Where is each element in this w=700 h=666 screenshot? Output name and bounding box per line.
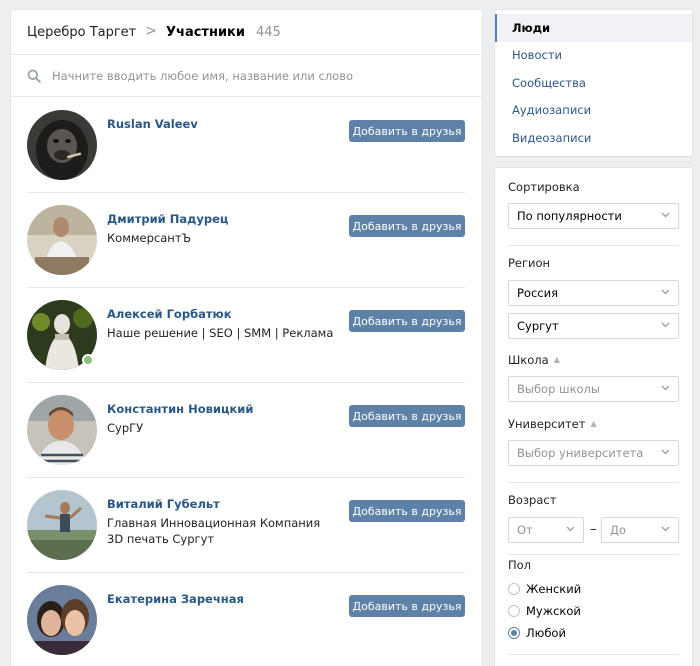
school-placeholder: Выбор школы: [517, 382, 600, 396]
menu-item-people[interactable]: Люди: [495, 14, 692, 42]
member-row: Екатерина Заречная Добавить в друзья: [27, 573, 465, 666]
divider: [508, 654, 679, 655]
chevron-down-icon: [661, 449, 670, 455]
city-select[interactable]: Сургут: [508, 313, 679, 339]
member-description: Наше решение | SEO | SMM | Реклама: [107, 326, 334, 340]
member-name-link[interactable]: Дмитрий Падурец: [107, 212, 228, 226]
age-to-select[interactable]: До: [601, 517, 679, 543]
add-friend-button[interactable]: Добавить в друзья: [349, 120, 465, 142]
member-name-link[interactable]: Екатерина Заречная: [107, 592, 244, 606]
member-name-link[interactable]: Виталий Губельт: [107, 497, 220, 511]
avatar[interactable]: [27, 585, 97, 655]
avatar[interactable]: [27, 205, 97, 275]
add-friend-button[interactable]: Добавить в друзья: [349, 405, 465, 427]
age-from-select[interactable]: От: [508, 517, 584, 543]
search-icon: [27, 69, 41, 83]
gender-option-label: Женский: [526, 582, 582, 596]
breadcrumb: Церебро Таргет > Участники 445: [11, 10, 482, 55]
gender-option-any[interactable]: Любой: [508, 626, 566, 640]
gender-label: Пол: [508, 558, 532, 572]
divider: [508, 482, 679, 483]
divider: [508, 245, 679, 246]
gender-option-label: Любой: [526, 626, 566, 640]
member-row: Дмитрий Падурец КоммерсантЪ Добавить в д…: [27, 193, 465, 288]
gender-option-male[interactable]: Мужской: [508, 604, 581, 618]
chevron-down-icon: [661, 289, 670, 295]
search-section-menu: Люди Новости Сообщества Аудиозаписи Виде…: [495, 10, 692, 156]
member-name-link[interactable]: Константин Новицкий: [107, 402, 253, 416]
member-name-link[interactable]: Алексей Горбатюк: [107, 307, 232, 321]
chevron-down-icon: [661, 526, 670, 532]
chevron-down-icon: [661, 212, 670, 218]
search-bar: [11, 55, 482, 97]
radio-button[interactable]: [508, 583, 520, 595]
member-description: КоммерсантЪ: [107, 231, 192, 245]
school-select[interactable]: Выбор школы: [508, 376, 679, 402]
city-value: Сургут: [517, 319, 559, 333]
triangle-up-icon: ▲: [553, 355, 560, 364]
school-label: Школа: [508, 353, 549, 367]
sort-value: По популярности: [517, 209, 622, 223]
avatar[interactable]: [27, 110, 97, 180]
age-range-dash: –: [590, 522, 597, 537]
member-row: Константин Новицкий СурГУ Добавить в дру…: [27, 383, 465, 478]
gender-option-label: Мужской: [526, 604, 581, 618]
members-panel: Церебро Таргет > Участники 445 Ruslan Va…: [11, 10, 482, 666]
avatar[interactable]: [27, 490, 97, 560]
age-to-value: До: [610, 523, 627, 537]
members-count: 445: [255, 24, 281, 40]
filters-panel: Сортировка По популярности Регион Россия…: [495, 168, 692, 666]
country-value: Россия: [517, 286, 559, 300]
sort-label: Сортировка: [508, 180, 580, 194]
add-friend-button[interactable]: Добавить в друзья: [349, 215, 465, 237]
menu-item-communities[interactable]: Сообщества: [495, 69, 692, 97]
add-friend-button[interactable]: Добавить в друзья: [349, 310, 465, 332]
member-row: Виталий Губельт Главная Инновационная Ко…: [27, 478, 465, 573]
menu-item-news[interactable]: Новости: [495, 42, 692, 70]
member-description: Главная Инновационная Компания 3D печать…: [107, 516, 321, 546]
university-toggle[interactable]: Университет ▲: [508, 417, 597, 431]
online-indicator: [82, 354, 94, 366]
menu-item-audio[interactable]: Аудиозаписи: [495, 97, 692, 125]
age-label: Возраст: [508, 493, 557, 507]
breadcrumb-community-link[interactable]: Церебро Таргет: [27, 25, 136, 40]
university-select[interactable]: Выбор университета: [508, 440, 679, 466]
chevron-down-icon: [566, 526, 575, 532]
radio-button-selected[interactable]: [508, 627, 520, 639]
divider: [508, 554, 679, 555]
member-row: Алексей Горбатюк Наше решение | SEO | SM…: [27, 288, 465, 383]
member-name-link[interactable]: Ruslan Valeev: [107, 117, 198, 131]
page-title: Участники: [166, 24, 245, 40]
region-label: Регион: [508, 256, 551, 270]
search-input[interactable]: [52, 68, 432, 83]
avatar[interactable]: [27, 395, 97, 465]
sort-select[interactable]: По популярности: [508, 203, 679, 229]
add-friend-button[interactable]: Добавить в друзья: [349, 595, 465, 617]
age-from-value: От: [517, 523, 533, 537]
university-label: Университет: [508, 417, 586, 431]
member-row: Ruslan Valeev Добавить в друзья: [27, 98, 465, 193]
menu-item-video[interactable]: Видеозаписи: [495, 124, 692, 152]
triangle-up-icon: ▲: [590, 419, 597, 428]
radio-button[interactable]: [508, 605, 520, 617]
breadcrumb-chevron-icon: >: [145, 23, 157, 39]
country-select[interactable]: Россия: [508, 280, 679, 306]
school-toggle[interactable]: Школа ▲: [508, 353, 560, 367]
chevron-down-icon: [661, 322, 670, 328]
member-description: СурГУ: [107, 421, 144, 435]
university-placeholder: Выбор университета: [517, 446, 644, 460]
chevron-down-icon: [661, 385, 670, 391]
add-friend-button[interactable]: Добавить в друзья: [349, 500, 465, 522]
gender-option-female[interactable]: Женский: [508, 582, 581, 596]
